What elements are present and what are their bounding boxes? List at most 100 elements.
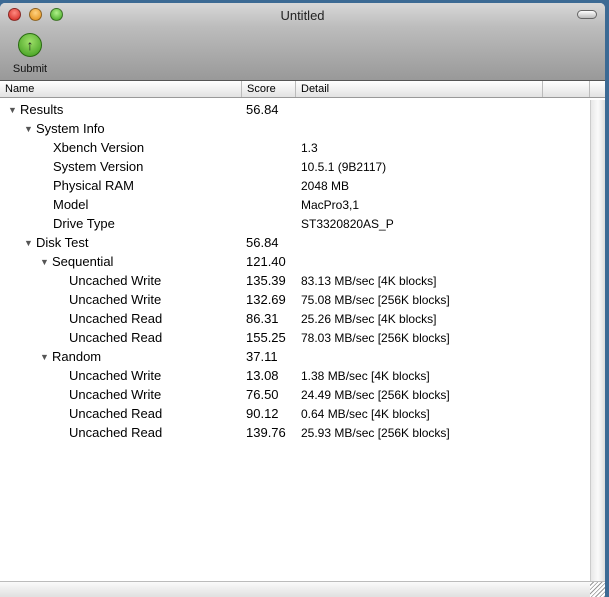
vertical-scrollbar[interactable] [590,100,605,581]
xbench-window: Untitled ↑ Submit Name Score Detail ▼ Res… [0,3,605,597]
row-name: Xbench Version [53,140,145,155]
row-name: Uncached Read [69,311,163,326]
column-header-name[interactable]: Name [0,81,242,97]
name-cell: Physical RAM [0,178,242,193]
row-score: 155.25 [246,330,286,345]
column-header-extra [543,81,590,97]
row-name: Uncached Write [69,387,162,402]
row-name: System Version [53,159,144,174]
name-cell: Uncached Read [0,311,242,326]
row-name: Uncached Read [69,330,163,345]
row-name: Random [52,349,102,364]
name-cell: System Version [0,159,242,174]
row-detail: 83.13 MB/sec [4K blocks] [301,273,437,288]
row-detail: 78.03 MB/sec [256K blocks] [301,330,450,345]
row-name: Uncached Write [69,368,162,383]
toolbar-toggle-button[interactable] [577,10,597,19]
row-detail: ST3320820AS_P [301,216,394,231]
row-score: 86.31 [246,311,279,326]
table-row[interactable]: Uncached Write 135.39 83.13 MB/sec [4K blo… [0,271,590,290]
row-name: Model [53,197,89,212]
name-cell: Uncached Write [0,368,242,383]
table-row[interactable]: Uncached Write 76.50 24.49 MB/sec [256K bl… [0,385,590,404]
row-detail: 0.64 MB/sec [4K blocks] [301,406,430,421]
name-cell: Uncached Read [0,330,242,345]
row-name: Uncached Write [69,273,162,288]
name-cell: ▼ Random [0,349,242,364]
table-row[interactable]: ▼ System Info [0,119,590,138]
name-cell: Uncached Read [0,425,242,440]
row-score: 90.12 [246,406,279,421]
name-cell: Uncached Write [0,292,242,307]
results-outline: ▼ Results 56.84 ▼ System Info Xbench Version 1… [0,100,590,581]
title-bar: Untitled ↑ Submit [0,3,605,81]
table-row[interactable]: Physical RAM 2048 MB [0,176,590,195]
resize-grip-icon[interactable] [590,582,605,597]
disclosure-triangle-icon[interactable]: ▼ [24,238,36,248]
row-name: Disk Test [36,235,89,250]
row-score: 76.50 [246,387,279,402]
submit-label: Submit [12,63,48,75]
row-detail: 75.08 MB/sec [256K blocks] [301,292,450,307]
row-score: 13.08 [246,368,279,383]
disclosure-triangle-icon[interactable]: ▼ [8,105,20,115]
row-score: 56.84 [246,102,279,117]
row-name: Sequential [52,254,114,269]
row-score: 121.40 [246,254,286,269]
window-title: Untitled [280,8,325,23]
table-row[interactable]: ▼ Disk Test 56.84 [0,233,590,252]
table-row[interactable]: ▼ Random 37.11 [0,347,590,366]
name-cell: ▼ Disk Test [0,235,242,250]
row-detail: 10.5.1 (9B2117) [301,159,387,174]
table-row[interactable]: Uncached Read 86.31 25.26 MB/sec [4K block… [0,309,590,328]
table-row[interactable]: Xbench Version 1.3 [0,138,590,157]
table-row[interactable]: Uncached Write 132.69 75.08 MB/sec [256K b… [0,290,590,309]
disclosure-triangle-icon[interactable]: ▼ [40,352,52,362]
table-row[interactable]: Model MacPro3,1 [0,195,590,214]
table-row[interactable]: System Version 10.5.1 (9B2117) [0,157,590,176]
row-detail: 1.3 [301,140,318,155]
row-score: 135.39 [246,273,286,288]
name-cell: ▼ Sequential [0,254,242,269]
row-name: System Info [36,121,105,136]
name-cell: ▼ Results [0,102,242,117]
table-row[interactable]: Uncached Write 13.08 1.38 MB/sec [4K block… [0,366,590,385]
name-cell: Uncached Write [0,387,242,402]
row-name: Drive Type [53,216,115,231]
row-name: Uncached Read [69,425,163,440]
row-score: 56.84 [246,235,279,250]
row-score: 139.76 [246,425,286,440]
row-score: 132.69 [246,292,286,307]
submit-button[interactable]: ↑ Submit [8,33,52,75]
row-detail: 2048 MB [301,178,350,193]
column-header-score[interactable]: Score [242,81,296,97]
horizontal-scrollbar[interactable] [0,581,605,597]
table-row[interactable]: ▼ Sequential 121.40 [0,252,590,271]
name-cell: Xbench Version [0,140,242,155]
row-detail: 24.49 MB/sec [256K blocks] [301,387,450,402]
row-name: Uncached Read [69,406,163,421]
row-detail: 25.93 MB/sec [256K blocks] [301,425,450,440]
name-cell: ▼ System Info [0,121,242,136]
table-row[interactable]: Uncached Read 155.25 78.03 MB/sec [256K bl… [0,328,590,347]
name-cell: Model [0,197,242,212]
disclosure-triangle-icon[interactable]: ▼ [24,124,36,134]
upload-arrow-icon: ↑ [18,33,42,57]
table-row[interactable]: Uncached Read 90.12 0.64 MB/sec [4K blocks… [0,404,590,423]
row-name: Results [20,102,64,117]
name-cell: Uncached Read [0,406,242,421]
row-detail: 25.26 MB/sec [4K blocks] [301,311,437,326]
row-name: Uncached Write [69,292,162,307]
disclosure-triangle-icon[interactable]: ▼ [40,257,52,267]
table-header: Name Score Detail [0,81,605,98]
row-detail: MacPro3,1 [301,197,360,212]
row-name: Physical RAM [53,178,134,193]
table-row[interactable]: ▼ Results 56.84 [0,100,590,119]
name-cell: Drive Type [0,216,242,231]
column-header-detail[interactable]: Detail [296,81,543,97]
table-row[interactable]: Drive Type ST3320820AS_P [0,214,590,233]
table-row[interactable]: Uncached Read 139.76 25.93 MB/sec [256K bl… [0,423,590,442]
row-detail: 1.38 MB/sec [4K blocks] [301,368,430,383]
row-score: 37.11 [246,349,278,364]
name-cell: Uncached Write [0,273,242,288]
